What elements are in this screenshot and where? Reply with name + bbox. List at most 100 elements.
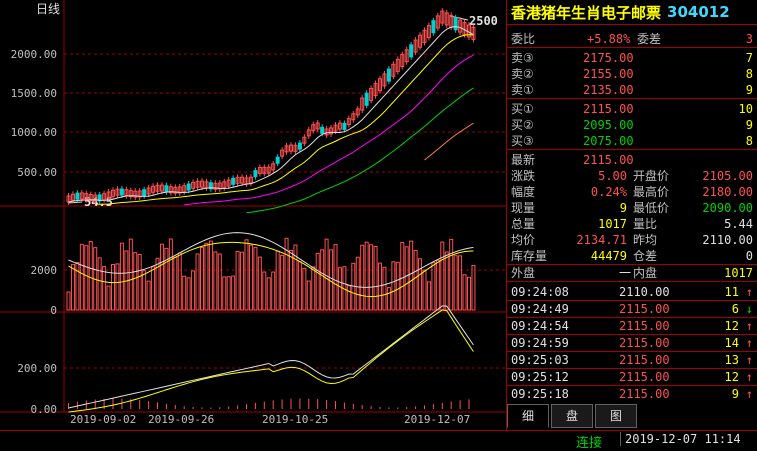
quote-title-bar: 香港猪年生肖电子邮票 304012 [507,0,757,25]
total-row: 总量 1017 量比 5.44 [507,216,757,232]
ratio-label: 量比 [633,217,658,231]
tick-row[interactable]: 09:24:59 2115.00 14 ↑ [507,335,757,352]
tick-time: 09:24:49 [511,302,569,316]
macd-dif-line [68,305,474,409]
latest-value: 2115.00 [583,153,634,167]
volume-bar [444,251,449,311]
cang-value: 0 [745,249,753,263]
volume-bar [164,247,169,311]
vol-label: 现量 [511,201,536,215]
tab-detail[interactable]: 细 [507,404,549,428]
tick-time: 09:25:03 [511,353,569,367]
tick-row[interactable]: 09:25:18 2115.00 9 ↑ [507,386,757,402]
product-name: 香港猪年生肖电子邮票 [511,3,662,22]
volume-bar [168,238,173,311]
candle [364,92,369,106]
volume-bar [306,280,311,311]
tick-down-arrow-icon: ↓ [745,302,753,316]
sell-label: 卖③ [511,51,534,65]
tick-time: 09:25:12 [511,370,569,384]
inner-label: 内盘 [633,266,658,280]
tick-row[interactable]: 09:24:08 2110.00 11 ↑ [507,284,757,301]
stock-value: 44479 [590,249,627,263]
sell-label: 卖① [511,83,534,97]
volume-bar [271,271,276,311]
change-row: 涨跌 5.00 开盘价 2105.00 [507,168,757,184]
sell-price: 2155.00 [583,67,634,81]
change-label: 涨跌 [511,169,536,183]
volume-bar [302,267,307,311]
sell-row[interactable]: 卖① 2135.00 9 [507,82,757,99]
candle [386,68,391,82]
volume-bar [413,249,418,311]
tab-chart[interactable]: 图 [595,404,637,428]
volume-bar [395,261,400,311]
tick-up-arrow-icon: ↑ [745,387,753,401]
volume-bar [369,244,374,311]
kline-chart[interactable]: 日线 2000.00 1500.00 1000.00 500.00 2000 0… [0,0,506,430]
volume-bar [453,255,458,311]
sell-row[interactable]: 卖③ 2175.00 7 [507,50,757,66]
volume-bar [373,245,378,311]
tab-book[interactable]: 盘 [551,404,593,428]
tick-row[interactable]: 09:25:12 2115.00 12 ↑ [507,369,757,386]
volume-bar [253,247,258,311]
stock-row: 库存量 44479 仓差 0 [507,248,757,265]
cang-label: 仓差 [633,249,658,263]
buy-row[interactable]: 买③ 2075.00 8 [507,133,757,150]
candle [75,192,80,200]
volume-bar [262,271,267,311]
tick-row[interactable]: 09:24:54 2115.00 12 ↑ [507,318,757,335]
date-label: 2019-09-02 [70,413,136,426]
tick-qty: 11 [724,285,739,299]
connection-status[interactable]: 连接 [576,432,602,451]
volume-bar [106,285,111,311]
volume-bar [128,238,133,311]
tick-price: 2115.00 [619,336,670,350]
vol-value: 9 [619,201,627,215]
outer-label: 外盘 [511,266,536,280]
volume-bar [213,251,218,311]
plot-layer [66,8,476,413]
buy-row[interactable]: 买② 2095.00 9 [507,117,757,133]
tick-row[interactable]: 09:25:03 2115.00 13 ↑ [507,352,757,369]
volume-bar [440,241,445,311]
macd-dea-line [68,309,474,413]
sell-qty: 7 [745,51,753,65]
ma60-line [424,122,474,161]
volume-bar [333,244,338,311]
buy-book: 买① 2115.00 10 买② 2095.00 9 买③ 2075.00 8 [507,101,757,150]
tick-price: 2115.00 [619,319,670,333]
volume-bar [240,251,245,311]
volume-bar [409,240,414,311]
volume-bar [66,291,71,311]
date-label: 2019-09-26 [148,413,214,426]
ratio-value: 5.44 [724,217,753,231]
volume-bar [182,275,187,311]
volume-bar [324,238,329,311]
sell-row[interactable]: 卖② 2155.00 8 [507,66,757,82]
volume-bar [435,259,440,311]
tick-time: 09:24:59 [511,336,569,350]
buy-label: 买③ [511,134,534,148]
low-value: 2090.00 [702,201,753,215]
volume-bar [422,269,427,311]
buy-row[interactable]: 买① 2115.00 10 [507,101,757,117]
open-value: 2105.00 [702,169,753,183]
volume-bar [337,267,342,311]
buy-qty: 9 [745,118,753,132]
volume-bar [458,255,463,311]
volume-bar [355,256,360,311]
buy-label: 买① [511,102,534,116]
volume-bar [400,242,405,311]
tick-up-arrow-icon: ↑ [745,285,753,299]
volume-bar [88,240,93,311]
volume-bar [173,256,178,311]
tick-list[interactable]: 09:24:08 2110.00 11 ↑ 09:24:49 2115.00 6… [507,284,757,402]
high-value: 2180.00 [702,185,753,199]
volume-bar [244,239,249,311]
candle [275,156,280,164]
tick-row[interactable]: 09:24:49 2115.00 6 ↓ [507,301,757,318]
candle [142,189,147,197]
volume-bar [462,274,467,311]
